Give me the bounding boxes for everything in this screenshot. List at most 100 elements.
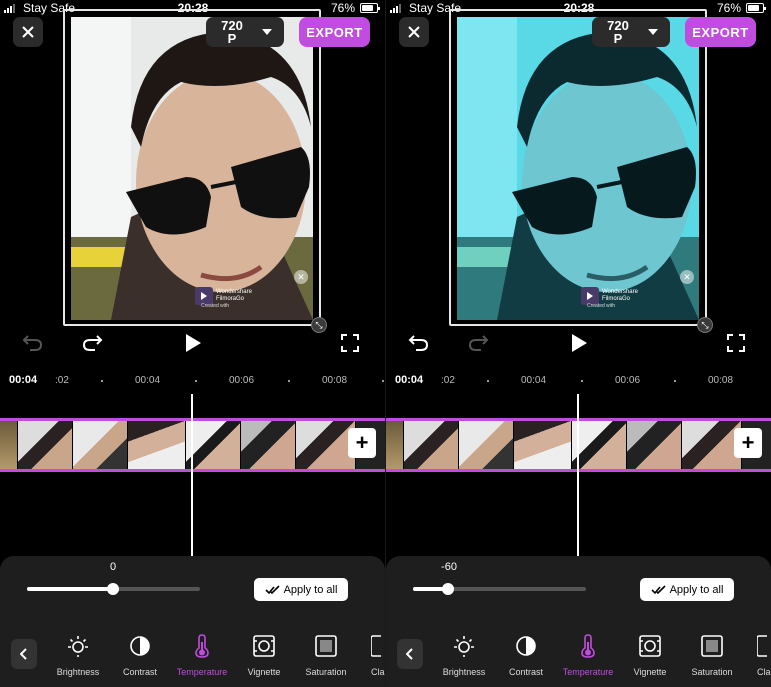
adjust-tools: Brightness Contrast Temperature Vignette… xyxy=(386,632,771,682)
tick-label: 00:08 xyxy=(322,375,348,386)
vignette-icon xyxy=(253,635,275,657)
saturation-icon xyxy=(701,635,723,657)
fullscreen-icon[interactable] xyxy=(340,333,360,353)
temperature-slider[interactable] xyxy=(27,583,200,595)
adjust-panel: 0 Apply to all Brightness Contrast Tempe… xyxy=(0,556,385,687)
tick-label: :02 xyxy=(55,375,69,386)
tool-brightness[interactable]: Brightness xyxy=(47,634,109,677)
apply-to-all-button[interactable]: Apply to all xyxy=(640,578,734,601)
clip-frame xyxy=(514,421,572,469)
tools-back-button[interactable] xyxy=(397,639,423,669)
export-button[interactable]: EXPORT xyxy=(685,17,756,47)
video-frame xyxy=(457,17,699,320)
tick-dot xyxy=(195,380,197,382)
current-time: 00:04 xyxy=(395,374,424,386)
watermark-created: Created with xyxy=(201,303,230,309)
video-preview[interactable]: ✕ Wondershare FilmoraGo Created with xyxy=(63,9,321,326)
close-button[interactable] xyxy=(399,17,429,47)
tool-label: Temperature xyxy=(176,667,228,677)
video-preview[interactable]: ✕ Wondershare FilmoraGo Created with xyxy=(449,9,707,326)
slider-fill xyxy=(27,587,113,591)
export-button[interactable]: EXPORT xyxy=(299,17,370,47)
temperature-slider[interactable] xyxy=(413,583,586,595)
clip-frame xyxy=(386,421,404,469)
tool-temperature[interactable]: Temperature xyxy=(171,634,233,677)
clip-frame xyxy=(186,421,241,469)
tick-dot xyxy=(288,380,290,382)
tick-dot xyxy=(382,380,384,382)
tool-temperature[interactable]: Temperature xyxy=(557,634,619,677)
tool-brightness[interactable]: Brightness xyxy=(433,634,495,677)
contrast-icon xyxy=(516,636,536,656)
clip-frame xyxy=(18,421,73,469)
close-icon xyxy=(22,26,34,38)
playhead[interactable] xyxy=(577,394,579,556)
brightness-icon xyxy=(68,636,88,657)
tool-label: Contrast xyxy=(508,667,543,677)
resolution-select[interactable]: 720 P xyxy=(206,17,284,47)
slider-value: 0 xyxy=(109,561,117,573)
slider-knob[interactable] xyxy=(107,583,119,595)
time-ruler[interactable]: 00:04 :02 00:04 00:06 00:08 xyxy=(0,374,385,388)
watermark-close-icon[interactable]: ✕ xyxy=(294,270,308,284)
tool-vignette[interactable]: Vignette xyxy=(233,634,295,677)
play-icon[interactable] xyxy=(183,332,203,354)
clip-frame xyxy=(459,421,514,469)
tool-saturation[interactable]: Saturation xyxy=(295,634,357,677)
current-time: 00:04 xyxy=(9,374,38,386)
battery-icon xyxy=(746,3,766,13)
play-icon[interactable] xyxy=(569,332,589,354)
watermark-created: Created with xyxy=(587,303,616,309)
time-ruler[interactable]: 00:04 :02 00:04 00:06 00:08 xyxy=(386,374,771,388)
resolution-select[interactable]: 720 P xyxy=(592,17,670,47)
redo-icon[interactable] xyxy=(81,332,103,352)
signal-icon xyxy=(4,3,15,13)
resize-icon[interactable]: ⤡ xyxy=(697,317,713,333)
clip-frame xyxy=(572,421,627,469)
tool-label: Saturation xyxy=(691,667,733,677)
tick-label: 00:04 xyxy=(521,375,547,386)
apply-label: Apply to all xyxy=(283,583,338,596)
tool-saturation[interactable]: Saturation xyxy=(681,634,743,677)
redo-icon[interactable] xyxy=(467,332,489,352)
close-button[interactable] xyxy=(13,17,43,47)
tool-vignette[interactable]: Vignette xyxy=(619,634,681,677)
tick-label: 00:06 xyxy=(615,375,641,386)
add-clip-button[interactable]: + xyxy=(348,428,376,458)
tool-clarity[interactable]: Cla xyxy=(743,634,771,677)
close-icon xyxy=(408,26,420,38)
tick-dot xyxy=(487,380,489,382)
clip-frame xyxy=(682,421,742,469)
clip-frame xyxy=(296,421,356,469)
watermark-brand: Wondershare FilmoraGo xyxy=(602,289,638,302)
tick-label: :02 xyxy=(441,375,455,386)
contrast-icon xyxy=(130,636,150,656)
tick-dot xyxy=(581,380,583,382)
tick-dot xyxy=(101,380,103,382)
add-icon: + xyxy=(741,430,755,455)
resize-icon[interactable]: ⤡ xyxy=(311,317,327,333)
chevron-down-icon xyxy=(262,29,272,35)
saturation-icon xyxy=(315,635,337,657)
slider-knob[interactable] xyxy=(442,583,454,595)
playhead[interactable] xyxy=(191,394,193,556)
chevron-left-icon xyxy=(20,648,27,660)
tool-clarity[interactable]: Cla xyxy=(357,634,385,677)
add-clip-button[interactable]: + xyxy=(734,428,762,458)
slider-value: -60 xyxy=(441,561,457,573)
fullscreen-icon[interactable] xyxy=(726,333,746,353)
watermark-close-icon[interactable]: ✕ xyxy=(680,270,694,284)
tool-label: Brightness xyxy=(442,667,486,677)
tool-contrast[interactable]: Contrast xyxy=(109,634,171,677)
tool-label: Brightness xyxy=(56,667,100,677)
resolution-value: 720 P xyxy=(221,18,243,46)
apply-to-all-button[interactable]: Apply to all xyxy=(254,578,348,601)
tool-contrast[interactable]: Contrast xyxy=(495,634,557,677)
undo-icon[interactable] xyxy=(22,332,44,352)
tools-back-button[interactable] xyxy=(11,639,37,669)
chevron-down-icon xyxy=(648,29,658,35)
undo-icon[interactable] xyxy=(408,332,430,352)
adjust-panel: -60 Apply to all Brightness Contrast Tem… xyxy=(386,556,771,687)
temperature-icon xyxy=(581,634,595,658)
clip-frame xyxy=(73,421,128,469)
